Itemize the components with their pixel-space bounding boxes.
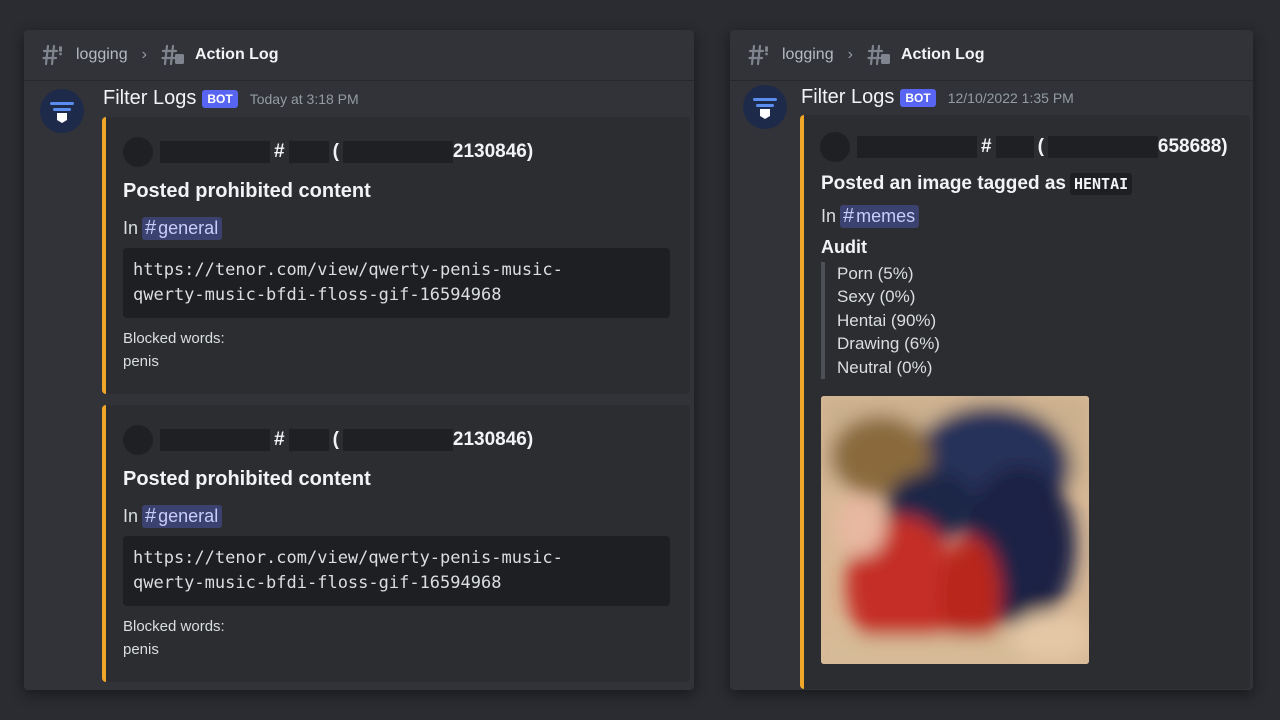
code-line: https://tenor.com/view/qwerty-penis-musi… bbox=[133, 548, 563, 568]
embed-channel-line: In # general bbox=[123, 217, 223, 240]
code-line: qwerty-music-bfdi-floss-gif-16594968 bbox=[133, 285, 502, 305]
embed-title: Posted an image tagged as HENTAI bbox=[821, 173, 1133, 195]
author-name[interactable]: Filter Logs bbox=[103, 87, 196, 110]
author-id-tail: 658688) bbox=[1157, 136, 1228, 157]
redacted-user-id bbox=[342, 429, 453, 451]
audit-title: Audit bbox=[821, 237, 867, 257]
redacted-discriminator bbox=[288, 141, 329, 163]
bot-avatar[interactable] bbox=[40, 89, 84, 133]
in-label: In bbox=[123, 506, 139, 526]
bot-badge: BOT bbox=[900, 88, 936, 107]
breadcrumb-current-thread: Action Log bbox=[900, 46, 985, 63]
channel-header: logging › Action Log bbox=[24, 30, 694, 81]
chevron-right-icon: › bbox=[847, 46, 853, 63]
message: Filter Logs BOT Today at 3:18 PM # ( 213… bbox=[24, 81, 694, 690]
thread-channel-icon bbox=[42, 43, 66, 67]
bot-avatar[interactable] bbox=[743, 85, 787, 129]
redacted-discriminator bbox=[995, 136, 1034, 158]
redacted-user-id bbox=[342, 141, 453, 163]
embed-title-text: Posted an image tagged as bbox=[821, 173, 1066, 194]
field-name: Blocked words: bbox=[123, 618, 225, 635]
author-id-tail: 2130846) bbox=[452, 141, 534, 162]
audit-item: Porn (5%) bbox=[837, 264, 914, 283]
hash-icon: # bbox=[145, 217, 157, 239]
embed-author: # ( 658688) bbox=[820, 132, 1232, 162]
bot-badge: BOT bbox=[202, 89, 238, 108]
embed-channel-line: In # general bbox=[123, 505, 223, 528]
audit-item: Drawing (6%) bbox=[837, 334, 940, 354]
code-block[interactable]: https://tenor.com/view/qwerty-penis-musi… bbox=[123, 248, 670, 318]
in-label: In bbox=[123, 218, 139, 238]
redacted-username bbox=[857, 136, 977, 158]
embed: # ( 2130846) Posted prohibited content I… bbox=[102, 117, 690, 394]
channel-mention[interactable]: # general bbox=[142, 217, 223, 240]
embed-title: Posted prohibited content bbox=[123, 180, 371, 202]
blurred-image-art bbox=[821, 396, 1089, 664]
audit-item: Sexy (0%) bbox=[837, 287, 916, 307]
filter-logo-icon bbox=[40, 89, 84, 133]
blurred-embed-image[interactable] bbox=[821, 396, 1089, 664]
thread-channel-icon bbox=[748, 43, 772, 67]
breadcrumb-parent-channel[interactable]: logging bbox=[76, 46, 128, 64]
audit-item: Hentai (90%) bbox=[837, 310, 937, 330]
user-avatar bbox=[123, 425, 153, 455]
channel-header: logging › Action Log bbox=[730, 30, 1253, 81]
redacted-user-id bbox=[1047, 136, 1158, 158]
right-channel-panel: logging › Action Log Filter Logs BOT 12/… bbox=[730, 30, 1253, 690]
redacted-discriminator bbox=[288, 429, 329, 451]
embed: # ( 2130846) Posted prohibited content I… bbox=[102, 405, 690, 682]
thread-icon bbox=[867, 43, 891, 67]
chevron-right-icon: › bbox=[141, 46, 147, 63]
channel-mention-label: general bbox=[158, 506, 219, 526]
message-header: Filter Logs BOT Today at 3:18 PM bbox=[103, 87, 359, 110]
message: Filter Logs BOT 12/10/2022 1:35 PM # ( 6… bbox=[730, 81, 1253, 690]
in-label: In bbox=[821, 206, 837, 226]
author-paren: ( bbox=[1037, 136, 1044, 157]
embed-channel-line: In # memes bbox=[821, 205, 920, 228]
breadcrumb-current-thread: Action Log bbox=[194, 46, 279, 63]
audit-item: Neutral (0%) bbox=[837, 357, 933, 377]
hash-icon: # bbox=[145, 505, 157, 527]
author-name[interactable]: Filter Logs bbox=[801, 86, 894, 109]
filter-logo-icon bbox=[743, 85, 787, 129]
embed-author: # ( 2130846) bbox=[123, 137, 537, 167]
embed-title: Posted prohibited content bbox=[123, 468, 371, 490]
channel-mention-label: general bbox=[158, 218, 219, 238]
author-id-tail: 2130846) bbox=[452, 429, 534, 450]
field-value: penis bbox=[123, 641, 159, 658]
author-hash: # bbox=[274, 429, 285, 450]
user-avatar bbox=[123, 137, 153, 167]
author-paren: ( bbox=[332, 141, 339, 162]
author-hash: # bbox=[274, 141, 285, 162]
user-avatar bbox=[820, 132, 850, 162]
timestamp[interactable]: Today at 3:18 PM bbox=[250, 91, 359, 107]
embed-author: # ( 2130846) bbox=[123, 425, 537, 455]
author-hash: # bbox=[981, 136, 992, 157]
timestamp[interactable]: 12/10/2022 1:35 PM bbox=[948, 90, 1074, 106]
left-channel-panel: logging › Action Log Filter Logs BOT Tod… bbox=[24, 30, 694, 690]
author-paren: ( bbox=[332, 429, 339, 450]
redacted-username bbox=[160, 429, 270, 451]
tag-code: HENTAI bbox=[1069, 173, 1133, 195]
channel-mention[interactable]: # general bbox=[142, 505, 223, 528]
code-line: https://tenor.com/view/qwerty-penis-musi… bbox=[133, 260, 563, 280]
embed: # ( 658688) Posted an image tagged as HE… bbox=[800, 115, 1250, 689]
field-name: Blocked words: bbox=[123, 330, 225, 347]
hash-icon: # bbox=[843, 205, 855, 227]
message-header: Filter Logs BOT 12/10/2022 1:35 PM bbox=[801, 86, 1074, 109]
audit-block-quote: Porn (5%) Sexy (0%) Hentai (90%) Drawing… bbox=[821, 262, 940, 380]
channel-mention-label: memes bbox=[856, 206, 916, 226]
code-block[interactable]: https://tenor.com/view/qwerty-penis-musi… bbox=[123, 536, 670, 606]
redacted-username bbox=[160, 141, 270, 163]
breadcrumb-parent-channel[interactable]: logging bbox=[782, 46, 834, 64]
channel-mention[interactable]: # memes bbox=[840, 205, 920, 228]
thread-icon bbox=[161, 43, 185, 67]
field-value: penis bbox=[123, 353, 159, 370]
code-line: qwerty-music-bfdi-floss-gif-16594968 bbox=[133, 573, 502, 593]
